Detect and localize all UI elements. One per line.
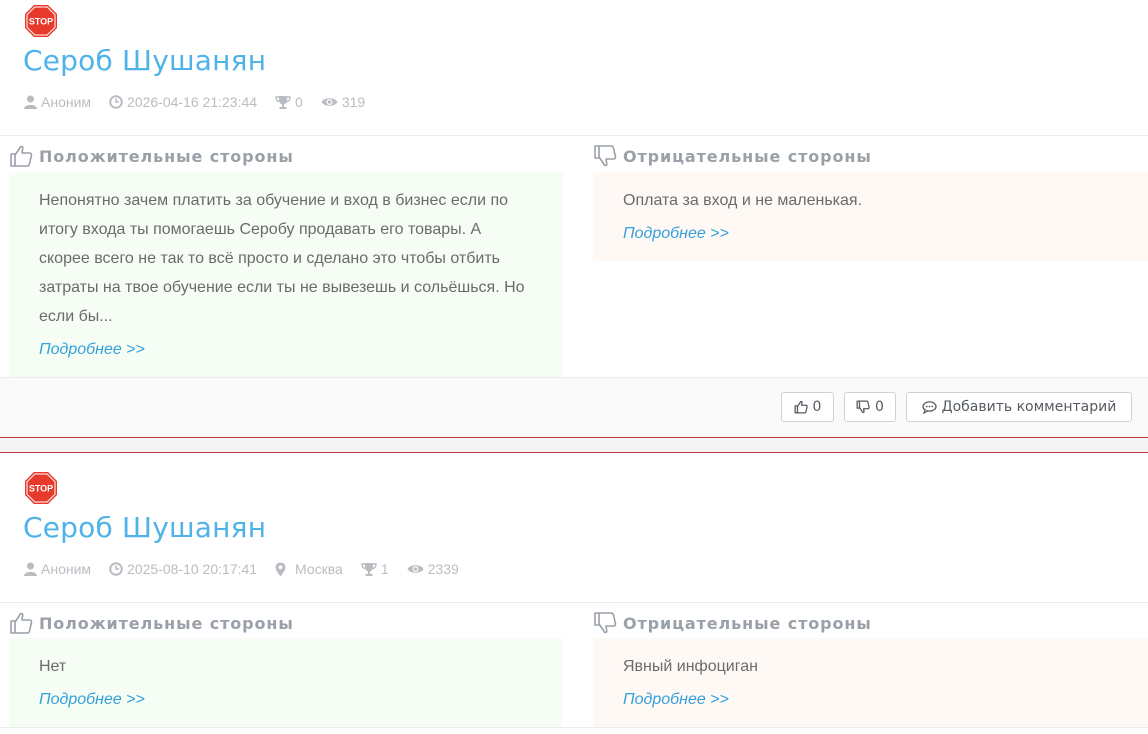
trophy-count: 1: [380, 561, 389, 577]
trophy-meta: 0: [275, 94, 303, 110]
author-meta: Аноним: [24, 94, 91, 110]
location-meta: Москва: [275, 561, 343, 577]
thumbs-down-outline-icon: [594, 145, 617, 167]
comment-icon: [922, 400, 937, 414]
cons-more-link[interactable]: Подробнее >>: [623, 691, 729, 709]
review-date: 2025-08-10 20:17:41: [127, 561, 258, 577]
cons-text: Явный инфоциган: [623, 658, 758, 675]
review-separator-gap: [0, 438, 1148, 452]
stop-sign-icon: STOP: [24, 4, 58, 38]
review-date: 2026-04-16 21:23:44: [127, 94, 258, 110]
eye-icon: [321, 98, 338, 106]
thumbs-down-icon: [856, 400, 870, 414]
review-card: STOP Сероб Шушанян Аноним 2025-08-10 20:…: [0, 453, 1148, 734]
cons-heading: Отрицательные стороны: [593, 144, 872, 168]
cons-text: Оплата за вход и не маленькая.: [623, 192, 863, 209]
date-meta: 2025-08-10 20:17:41: [109, 561, 257, 577]
cons-heading-label: Отрицательные стороны: [623, 146, 872, 166]
add-comment-label: Добавить комментарий: [941, 399, 1117, 415]
date-meta: 2026-04-16 21:23:44: [109, 94, 257, 110]
pros-text: Непонятно зачем платить за обучение и вх…: [39, 192, 525, 325]
thumbs-up-icon: [794, 400, 808, 414]
stop-sign-text: STOP: [29, 484, 53, 494]
pros-more-link[interactable]: Подробнее >>: [39, 691, 145, 709]
review-title[interactable]: Сероб Шушанян: [23, 511, 266, 545]
pros-heading: Положительные стороны: [9, 144, 294, 168]
trophy-icon: [275, 96, 291, 109]
cons-box: Оплата за вход и не маленькая. Подробнее…: [593, 172, 1148, 261]
review-meta: Аноним 2026-04-16 21:23:44 0 319: [24, 94, 383, 110]
user-icon: [24, 95, 37, 109]
eye-icon: [407, 565, 424, 573]
add-comment-button[interactable]: Добавить комментарий: [906, 392, 1132, 422]
pros-heading: Положительные стороны: [9, 611, 294, 635]
cons-heading: Отрицательные стороны: [593, 611, 872, 635]
author-name: Аноним: [41, 561, 92, 577]
views-count: 2339: [427, 561, 459, 577]
pros-more-link[interactable]: Подробнее >>: [39, 341, 145, 359]
author-name: Аноним: [41, 94, 92, 110]
dislike-button[interactable]: 0: [844, 392, 896, 422]
clock-icon: [109, 95, 123, 109]
review-location: Москва: [295, 561, 343, 577]
pros-box: Нет Подробнее >>: [9, 638, 563, 727]
dislike-count: 0: [875, 399, 884, 415]
trophy-icon: [361, 563, 377, 576]
pros-text: Нет: [39, 658, 67, 675]
review-footer: 0 0 Добавить комментарий: [0, 377, 1148, 438]
review-title[interactable]: Сероб Шушанян: [23, 44, 266, 78]
cons-box: Явный инфоциган Подробнее >>: [593, 638, 1148, 727]
like-button[interactable]: 0: [781, 392, 834, 422]
trophy-meta: 1: [361, 561, 389, 577]
cons-heading-label: Отрицательные стороны: [623, 613, 872, 633]
map-marker-icon: [275, 562, 286, 576]
stop-sign-icon: STOP: [24, 471, 58, 505]
pros-box: Непонятно зачем платить за обучение и вх…: [9, 172, 563, 377]
cons-more-link[interactable]: Подробнее >>: [623, 225, 729, 243]
review-card: STOP Сероб Шушанян Аноним 2026-04-16 21:…: [0, 0, 1148, 438]
pros-heading-label: Положительные стороны: [39, 613, 294, 633]
like-count: 0: [812, 399, 822, 415]
divider: [0, 135, 1148, 136]
thumbs-up-outline-icon: [10, 612, 33, 634]
review-meta: Аноним 2025-08-10 20:17:41 Москва 1 2339: [24, 561, 477, 577]
thumbs-up-outline-icon: [10, 145, 33, 167]
divider: [0, 727, 1148, 728]
thumbs-down-outline-icon: [594, 612, 617, 634]
divider: [0, 602, 1148, 603]
review-separator-top: [0, 437, 1148, 438]
views-meta: 319: [321, 94, 365, 110]
views-meta: 2339: [407, 561, 459, 577]
trophy-count: 0: [295, 94, 303, 110]
views-count: 319: [341, 94, 366, 110]
author-meta: Аноним: [24, 561, 91, 577]
stop-sign-text: STOP: [29, 17, 53, 27]
clock-icon: [109, 562, 123, 576]
user-icon: [24, 562, 37, 576]
pros-heading-label: Положительные стороны: [39, 146, 294, 166]
